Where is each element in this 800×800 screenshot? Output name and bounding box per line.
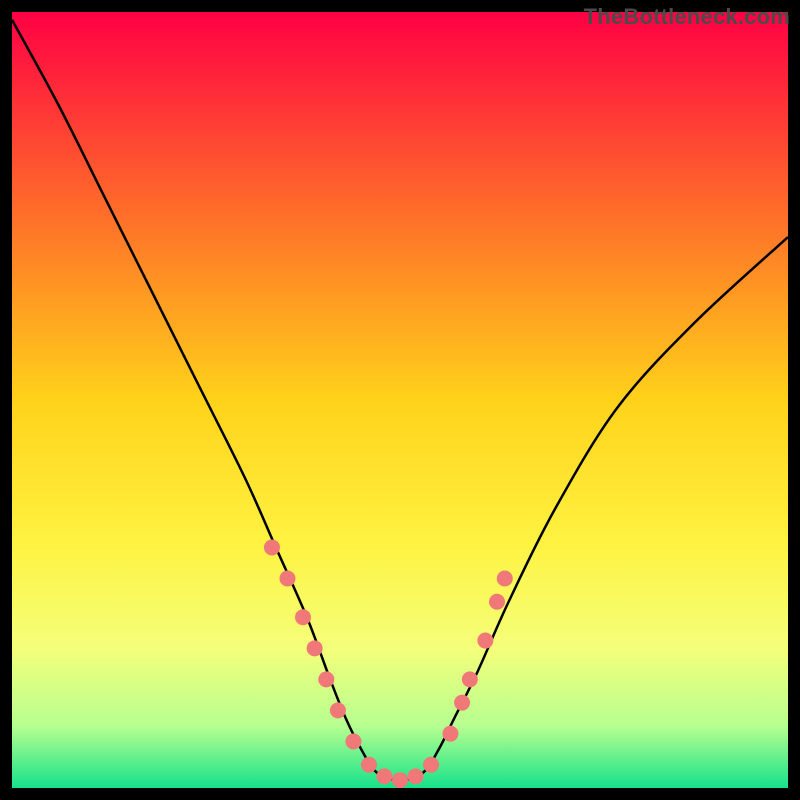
curve-marker <box>295 609 311 625</box>
curve-marker <box>279 570 295 586</box>
plot-container <box>12 12 788 788</box>
curve-marker <box>408 768 424 784</box>
gradient-bg <box>12 12 788 788</box>
curve-marker <box>497 570 513 586</box>
curve-marker <box>330 702 346 718</box>
curve-marker <box>423 757 439 773</box>
curve-marker <box>462 671 478 687</box>
watermark-text: TheBottleneck.com <box>584 4 790 30</box>
curve-marker <box>392 772 408 788</box>
curve-marker <box>454 695 470 711</box>
curve-marker <box>307 640 323 656</box>
curve-marker <box>264 539 280 555</box>
curve-marker <box>376 768 392 784</box>
curve-marker <box>345 733 361 749</box>
plot-svg <box>12 12 788 788</box>
curve-marker <box>477 633 493 649</box>
curve-marker <box>489 594 505 610</box>
curve-marker <box>318 671 334 687</box>
curve-marker <box>361 757 377 773</box>
curve-marker <box>442 726 458 742</box>
